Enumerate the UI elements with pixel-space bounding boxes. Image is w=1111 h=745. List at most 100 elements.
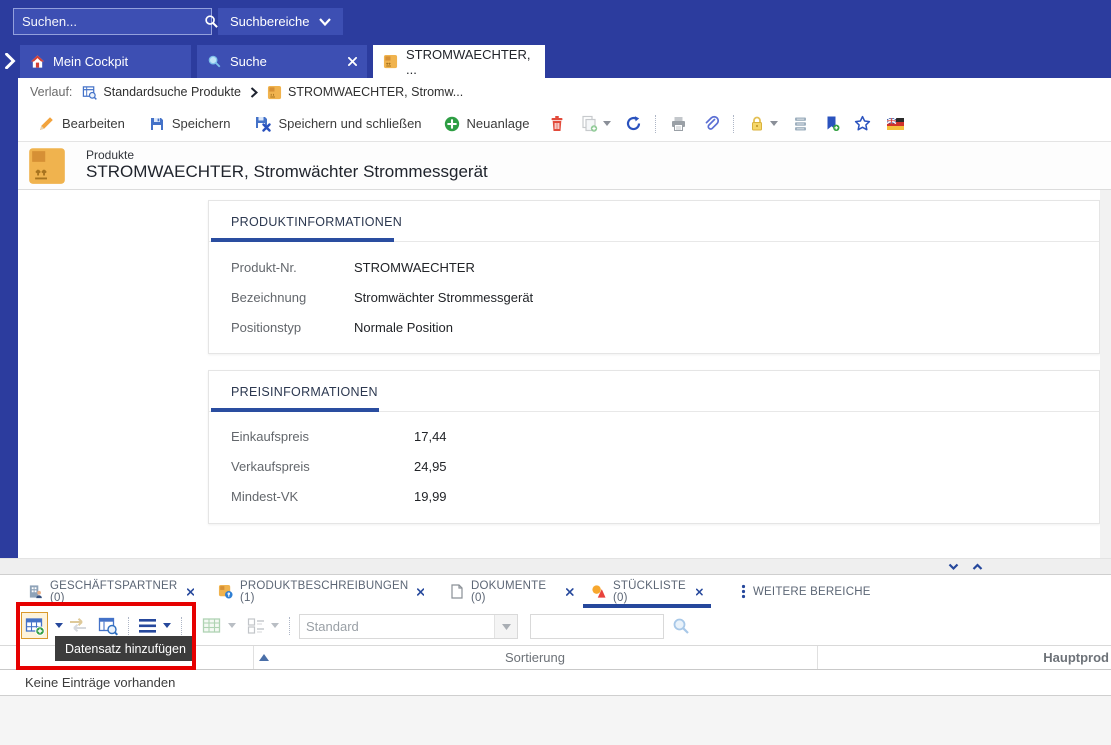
delete-icon[interactable] xyxy=(549,115,565,132)
table-view-dropdown-icon[interactable] xyxy=(228,623,236,628)
copy-dropdown-icon[interactable] xyxy=(603,121,611,126)
search-icon xyxy=(207,54,222,69)
transfer-icon[interactable] xyxy=(68,616,88,634)
toolbar-separator xyxy=(289,617,291,635)
quick-search-field[interactable] xyxy=(530,614,664,639)
tab-label: Suche xyxy=(230,54,267,69)
tab-geschaeftspartner[interactable]: GESCHÄFTSPARTNER (0) xyxy=(20,575,202,608)
toolbar-separator xyxy=(655,115,657,133)
save-icon xyxy=(149,116,165,132)
field-row: Einkaufspreis 17,44 xyxy=(231,422,447,452)
breadcrumb-item-record[interactable]: STROMWAECHTER, Stromw... xyxy=(267,85,463,100)
lock-dropdown-icon[interactable] xyxy=(770,121,778,126)
field-label: Bezeichnung xyxy=(231,283,354,313)
archive-icon[interactable] xyxy=(792,116,809,132)
tooltip: Datensatz hinzufügen xyxy=(55,636,196,661)
field-value[interactable]: 19,99 xyxy=(414,482,447,512)
section-accent-bar xyxy=(211,238,394,242)
column-header-sortierung[interactable]: Sortierung xyxy=(253,646,817,669)
star-icon[interactable] xyxy=(854,115,871,132)
lock-icon[interactable] xyxy=(749,115,765,132)
tab-label: Mein Cockpit xyxy=(53,54,128,69)
record-toolbar: Bearbeiten Speichern Speichern und schli… xyxy=(18,106,1111,142)
breadcrumb-item-search[interactable]: Standardsuche Produkte xyxy=(82,85,241,100)
empty-message: Keine Einträge vorhanden xyxy=(25,675,175,690)
search-input[interactable] xyxy=(14,14,204,29)
chevron-down-icon xyxy=(319,18,331,26)
view-filter-dropdown-icon[interactable] xyxy=(494,615,517,638)
list-menu-icon[interactable] xyxy=(139,619,156,633)
tab-label: PRODUKTBESCHREIBUNGEN (1) xyxy=(240,580,410,604)
view-filter-field[interactable] xyxy=(299,614,518,639)
tab-label: STROMWAECHTER, ... xyxy=(406,47,530,77)
group-view-icon[interactable] xyxy=(247,617,265,635)
expand-up-icon[interactable] xyxy=(972,563,983,571)
copy-icon[interactable] xyxy=(581,115,598,132)
breadcrumb-prefix: Verlauf: xyxy=(30,85,72,99)
table-view-icon[interactable] xyxy=(202,617,221,635)
field-value[interactable]: 17,44 xyxy=(414,422,447,452)
field-row: Mindest-VK 19,99 xyxy=(231,482,447,512)
group-view-dropdown-icon[interactable] xyxy=(271,623,279,628)
panel-splitter[interactable] xyxy=(0,558,1111,575)
field-value[interactable]: STROMWAECHTER xyxy=(354,253,475,283)
tab-weitere-bereiche[interactable]: WEITERE BEREICHE xyxy=(733,575,883,608)
section-title: PRODUKTINFORMATIONEN xyxy=(231,215,402,229)
tab-stromwaechter[interactable]: STROMWAECHTER, ... xyxy=(373,45,545,78)
breadcrumb-separator-icon xyxy=(250,87,258,98)
product-icon xyxy=(28,147,66,185)
global-search-box[interactable] xyxy=(13,8,212,35)
table-search-icon[interactable] xyxy=(98,616,118,636)
record-header: Produkte STROMWAECHTER, Stromwächter Str… xyxy=(18,142,1111,190)
quick-search-input[interactable] xyxy=(531,619,663,634)
close-icon[interactable] xyxy=(417,588,424,596)
search-scope-label: Suchbereiche xyxy=(230,14,310,29)
tab-mein-cockpit[interactable]: Mein Cockpit xyxy=(20,45,191,78)
section-preisinformationen: PREISINFORMATIONEN Einkaufspreis 17,44 V… xyxy=(208,370,1100,524)
field-row: Positionstyp Normale Position xyxy=(231,313,453,343)
pencil-icon xyxy=(38,115,55,132)
tab-label: WEITERE BEREICHE xyxy=(753,586,871,598)
refresh-icon[interactable] xyxy=(625,115,642,132)
close-icon[interactable] xyxy=(696,588,703,596)
field-value[interactable]: Normale Position xyxy=(354,313,453,343)
add-record-button[interactable] xyxy=(21,612,48,639)
toolbar-separator xyxy=(181,617,183,635)
edit-button[interactable]: Bearbeiten xyxy=(38,115,125,132)
tab-produktbeschreibungen[interactable]: PRODUKTBESCHREIBUNGEN (1) xyxy=(210,575,432,608)
search-scope-button[interactable]: Suchbereiche xyxy=(218,8,343,35)
close-icon[interactable] xyxy=(187,588,194,596)
tab-scroll-left-icon[interactable] xyxy=(4,53,16,69)
tab-dokumente[interactable]: DOKUMENTE (0) xyxy=(442,575,582,608)
collapse-down-icon[interactable] xyxy=(948,563,959,571)
toolbar-separator xyxy=(128,617,130,635)
field-label: Verkaufspreis xyxy=(231,452,414,482)
tab-suche[interactable]: Suche xyxy=(197,45,367,78)
list-menu-dropdown-icon[interactable] xyxy=(163,623,171,628)
section-accent-bar xyxy=(211,408,379,412)
language-flag-icon[interactable] xyxy=(886,117,905,131)
tab-label: STÜCKLISTE (0) xyxy=(613,580,689,604)
field-value[interactable]: 24,95 xyxy=(414,452,447,482)
attachment-icon[interactable] xyxy=(703,115,719,132)
bookmark-add-icon[interactable] xyxy=(824,115,840,132)
print-icon[interactable] xyxy=(670,116,687,132)
add-record-dropdown-icon[interactable] xyxy=(55,623,63,628)
save-and-close-button[interactable]: Speichern und schließen xyxy=(254,115,421,132)
new-record-button[interactable]: Neuanlage xyxy=(444,116,530,132)
save-button[interactable]: Speichern xyxy=(149,116,231,132)
field-value[interactable]: Stromwächter Strommessgerät xyxy=(354,283,533,313)
field-row: Verkaufspreis 24,95 xyxy=(231,452,447,482)
new-record-label: Neuanlage xyxy=(467,116,530,131)
record-type-label: Produkte xyxy=(86,148,134,162)
search-icon[interactable] xyxy=(204,14,219,29)
column-header-hauptprodukt[interactable]: Hauptprod xyxy=(817,646,1109,669)
view-filter-input[interactable] xyxy=(300,619,494,634)
product-icon xyxy=(267,85,282,100)
empty-table-message-row: Keine Einträge vorhanden xyxy=(0,670,1111,696)
scroll-gutter xyxy=(1100,190,1111,558)
close-icon[interactable] xyxy=(348,57,357,66)
save-label: Speichern xyxy=(172,116,231,131)
quick-search-icon[interactable] xyxy=(672,617,690,635)
close-icon[interactable] xyxy=(566,588,574,596)
